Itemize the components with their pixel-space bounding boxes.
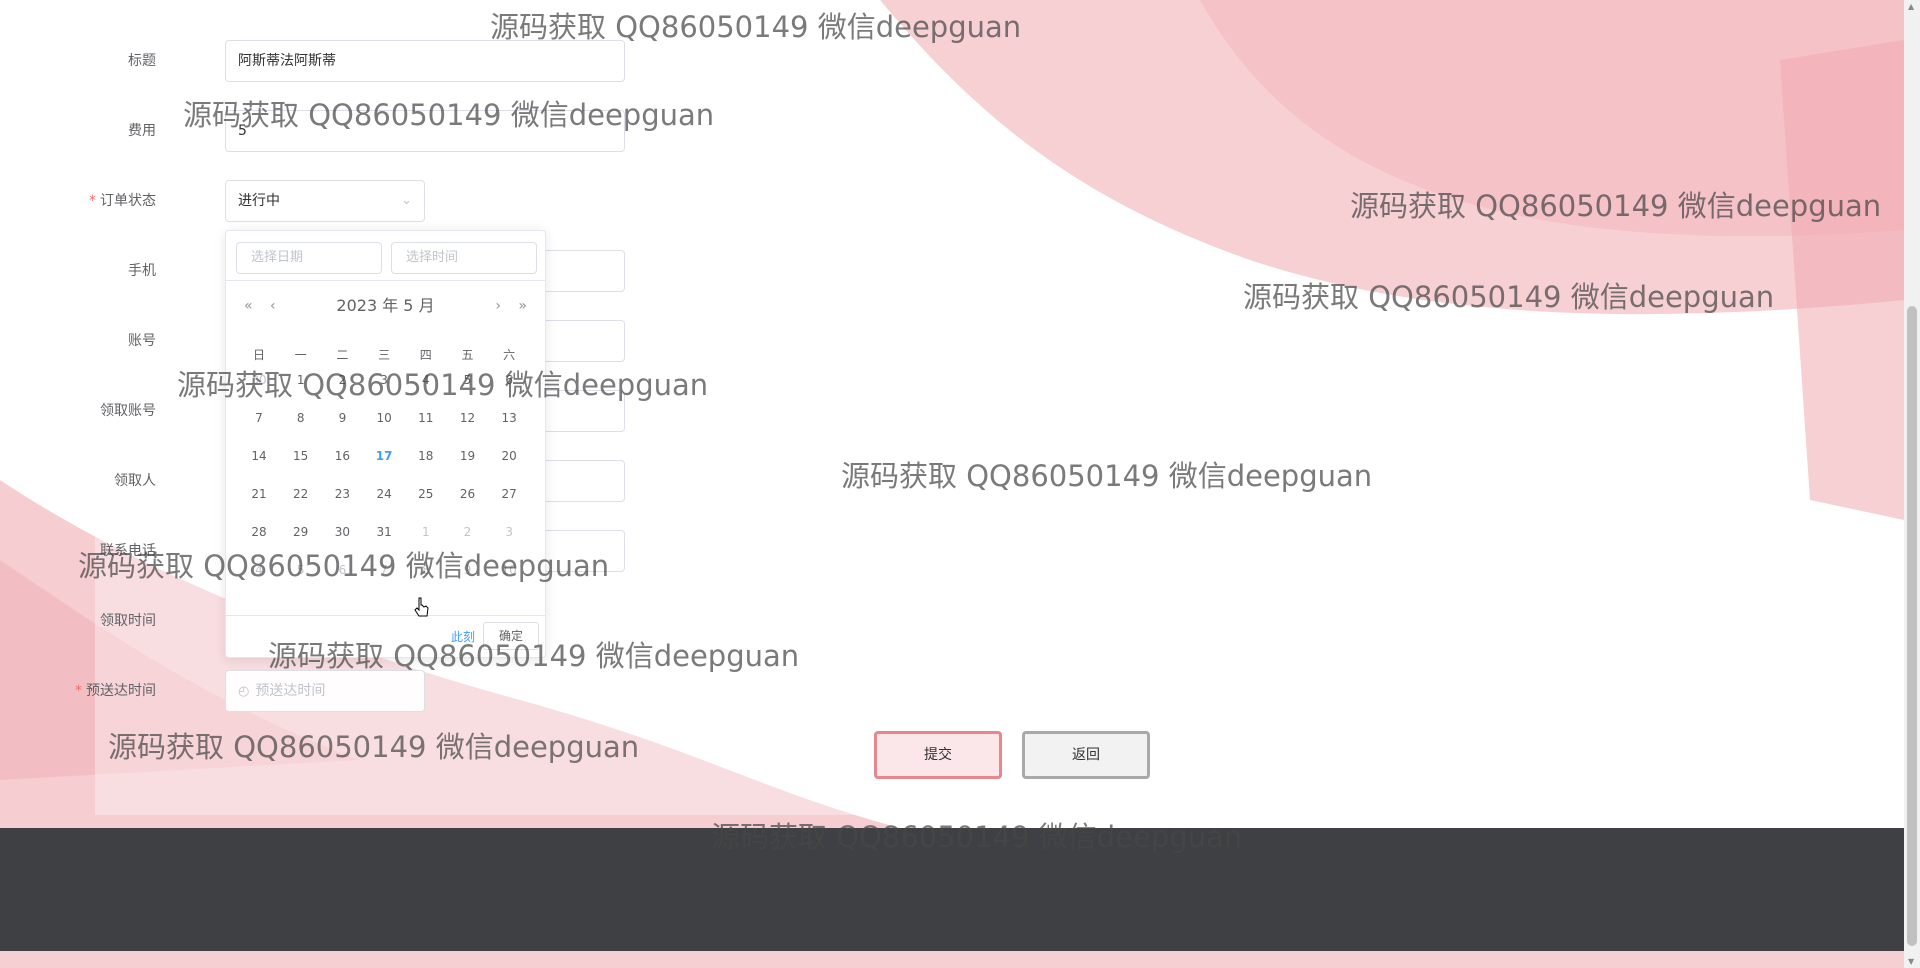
calendar-day[interactable]: 2 (321, 365, 363, 395)
required-mark: * (75, 683, 82, 699)
account-label: 账号 (128, 333, 156, 349)
calendar-day[interactable]: 12 (447, 403, 489, 433)
calendar-day[interactable]: 21 (238, 479, 280, 509)
phone-label: 手机 (128, 263, 156, 279)
weekday-label: 二 (336, 348, 349, 362)
weekday-label: 一 (294, 348, 307, 362)
form-row-delivery-time: * 预送达时间 ◴ 预送达时间 (0, 670, 640, 712)
delivery-time-placeholder: 预送达时间 (255, 683, 326, 699)
form-row-fee: 费用 5 (0, 110, 640, 152)
calendar-day[interactable]: 16 (321, 441, 363, 471)
calendar-day[interactable]: 28 (238, 517, 280, 547)
calendar-day[interactable]: 13 (488, 403, 530, 433)
picker-date-input[interactable]: 选择日期 (236, 242, 382, 274)
confirm-button[interactable]: 确定 (483, 622, 539, 650)
calendar-day[interactable]: 15 (280, 441, 322, 471)
order-status-value: 进行中 (238, 193, 280, 209)
calendar-day[interactable]: 8 (405, 555, 447, 585)
fee-input[interactable]: 5 (225, 110, 625, 152)
contact-phone-label: 联系电话 (100, 543, 156, 559)
delivery-time-input[interactable]: ◴ 预送达时间 (225, 670, 425, 712)
calendar-day[interactable]: 5 (280, 555, 322, 585)
form-row-order-status: * 订单状态 进行中 ⌄ (0, 180, 640, 222)
calendar-day[interactable]: 4 (238, 555, 280, 585)
calendar-day[interactable]: 25 (405, 479, 447, 509)
calendar-day[interactable]: 20 (488, 441, 530, 471)
receive-time-label: 领取时间 (100, 613, 156, 629)
weekday-label: 五 (461, 348, 474, 362)
receive-account-label: 领取账号 (100, 403, 156, 419)
back-button[interactable]: 返回 (1022, 731, 1150, 779)
page-scrollbar[interactable]: ▲ ▼ (1904, 0, 1920, 968)
delivery-time-label-text: 预送达时间 (86, 683, 156, 699)
calendar-day[interactable]: 23 (321, 479, 363, 509)
scrollbar-thumb[interactable] (1907, 306, 1917, 946)
calendar-day[interactable]: 8 (280, 403, 322, 433)
calendar-day[interactable]: 17 (363, 441, 405, 471)
calendar-day[interactable]: 31 (363, 517, 405, 547)
calendar-day[interactable]: 1 (405, 517, 447, 547)
order-status-label: * 订单状态 (89, 180, 156, 222)
calendar-day[interactable]: 3 (363, 365, 405, 395)
calendar-day[interactable]: 19 (447, 441, 489, 471)
calendar-day[interactable]: 9 (321, 403, 363, 433)
calendar-day[interactable]: 30 (238, 365, 280, 395)
receiver-label: 领取人 (114, 473, 156, 489)
calendar-day[interactable]: 6 (321, 555, 363, 585)
order-status-label-text: 订单状态 (100, 193, 156, 209)
calendar-day[interactable]: 10 (488, 555, 530, 585)
calendar-day[interactable]: 7 (238, 403, 280, 433)
calendar-day[interactable]: 22 (280, 479, 322, 509)
fee-label: 费用 (128, 123, 156, 139)
calendar-day[interactable]: 10 (363, 403, 405, 433)
picker-time-input[interactable]: 选择时间 (391, 242, 537, 274)
weekday-label: 六 (503, 348, 516, 362)
calendar-day[interactable]: 29 (280, 517, 322, 547)
chevron-down-icon: ⌄ (401, 193, 412, 208)
delivery-time-label: * 预送达时间 (75, 670, 156, 712)
picker-inputs: 选择日期 选择时间 (226, 231, 545, 281)
calendar-day[interactable]: 26 (447, 479, 489, 509)
page-footer (0, 828, 1904, 951)
picker-header: « ‹ 2023 年 5 月 › » (226, 291, 545, 321)
submit-button[interactable]: 提交 (874, 731, 1002, 779)
calendar-day[interactable]: 5 (447, 365, 489, 395)
required-mark: * (89, 193, 96, 209)
calendar-day[interactable]: 7 (363, 555, 405, 585)
clock-icon: ◴ (238, 684, 250, 699)
order-status-select[interactable]: 进行中 ⌄ (225, 180, 425, 222)
picker-footer: 此刻 确定 (226, 615, 545, 657)
datetime-picker-panel: 选择日期 选择时间 « ‹ 2023 年 5 月 › » 日一二三四五六 30 1 2… (225, 230, 546, 658)
weekday-label: 四 (419, 348, 432, 362)
form-row-title: 标题 阿斯蒂法阿斯蒂 (0, 40, 640, 82)
calendar-day[interactable]: 18 (405, 441, 447, 471)
weekday-label: 三 (378, 348, 391, 362)
calendar-day[interactable]: 14 (238, 441, 280, 471)
mouse-pointer-icon (414, 597, 429, 617)
scroll-down-icon[interactable]: ▼ (1908, 957, 1914, 966)
calendar-day[interactable]: 6 (488, 365, 530, 395)
now-button[interactable]: 此刻 (451, 628, 475, 645)
weekday-label: 日 (252, 348, 265, 362)
calendar-day[interactable]: 24 (363, 479, 405, 509)
title-label: 标题 (128, 53, 156, 69)
next-year-icon[interactable]: » (518, 291, 527, 321)
calendar-day[interactable]: 27 (488, 479, 530, 509)
calendar-day[interactable]: 30 (321, 517, 363, 547)
calendar-day[interactable]: 1 (280, 365, 322, 395)
calendar-day[interactable]: 4 (405, 365, 447, 395)
scroll-up-icon[interactable]: ▲ (1908, 2, 1914, 11)
next-month-icon[interactable]: › (495, 291, 501, 321)
calendar-day[interactable]: 9 (447, 555, 489, 585)
calendar-day[interactable]: 11 (405, 403, 447, 433)
title-input[interactable]: 阿斯蒂法阿斯蒂 (225, 40, 625, 82)
calendar-day[interactable]: 3 (488, 517, 530, 547)
calendar-day[interactable]: 2 (447, 517, 489, 547)
